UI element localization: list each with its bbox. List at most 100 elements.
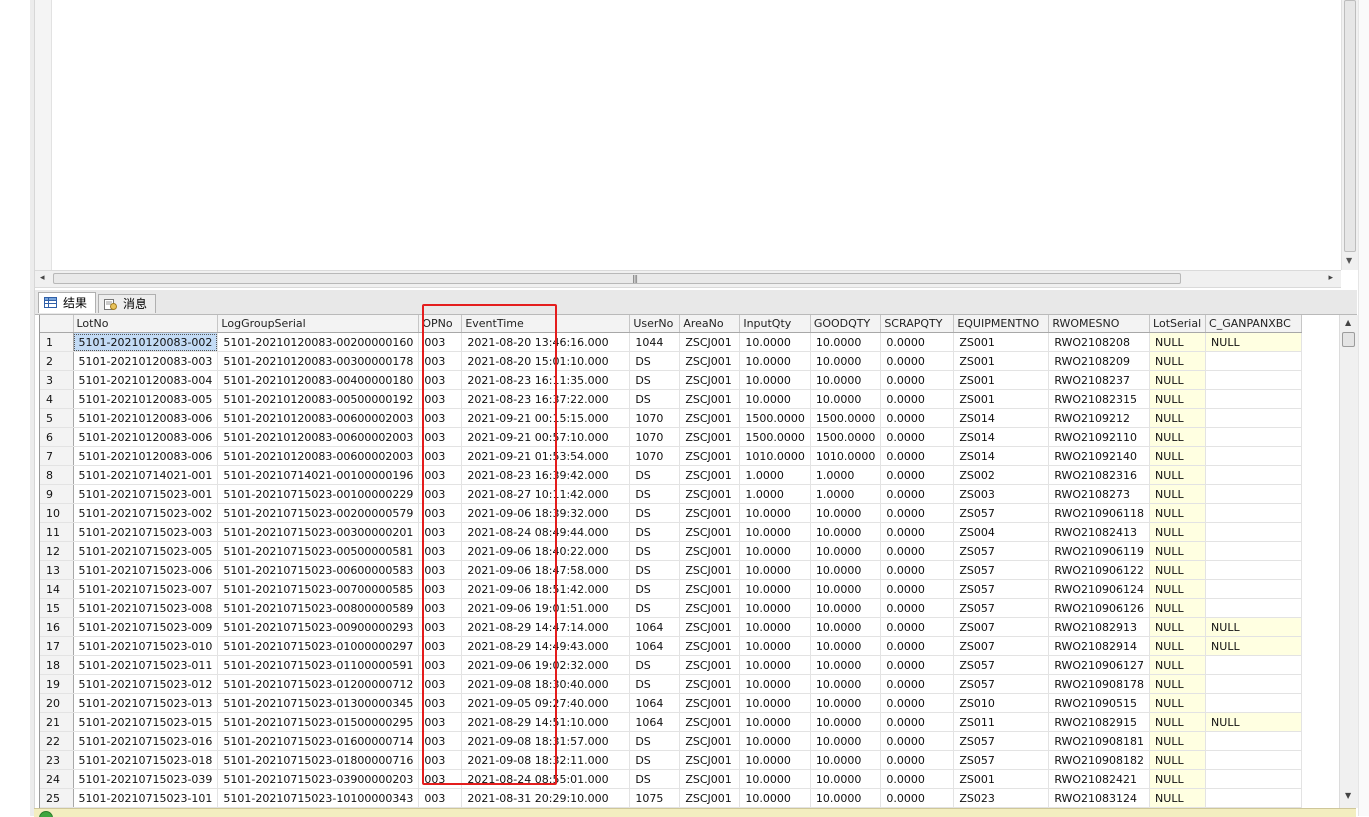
table-cell[interactable]: RWO21082316 <box>1048 465 1151 485</box>
table-cell[interactable]: DS <box>629 484 681 504</box>
table-cell[interactable]: ZS014 <box>953 408 1050 428</box>
table-cell[interactable]: 5101-20210715023-01100000591 <box>217 655 420 675</box>
scroll-left-icon[interactable]: ◂ <box>40 273 45 283</box>
table-cell[interactable]: 0.0000 <box>880 598 955 618</box>
row-number[interactable]: 22 <box>40 731 74 751</box>
table-cell[interactable]: NULL <box>1149 389 1207 409</box>
table-cell[interactable]: 10.0000 <box>810 712 882 732</box>
table-cell[interactable]: NULL <box>1149 617 1207 637</box>
table-cell[interactable]: RWO21090515 <box>1048 693 1151 713</box>
table-cell[interactable]: 5101-20210120083-003 <box>73 351 219 371</box>
table-cell[interactable]: 2021-08-31 20:29:10.000 <box>461 788 631 808</box>
table-cell[interactable]: 1500.0000 <box>810 427 882 447</box>
table-cell[interactable]: RWO21083124 <box>1048 788 1151 808</box>
table-cell[interactable]: RWO210906122 <box>1048 560 1151 580</box>
table-cell[interactable]: 5101-20210715023-003 <box>73 522 219 542</box>
row-number[interactable]: 14 <box>40 579 74 599</box>
table-cell[interactable]: 10.0000 <box>739 750 811 770</box>
table-cell[interactable]: 2021-08-20 13:46:16.000 <box>461 332 631 352</box>
table-cell[interactable] <box>1205 465 1303 485</box>
tab-messages[interactable]: 消息 <box>98 294 157 313</box>
table-cell[interactable]: 1500.0000 <box>739 408 811 428</box>
table-cell[interactable]: 0.0000 <box>880 427 955 447</box>
table-row[interactable]: 14 5101-20210715023-007 5101-20210715023-0… <box>40 579 1303 599</box>
table-cell[interactable]: 5101-20210120083-006 <box>73 408 219 428</box>
table-cell[interactable] <box>1205 503 1303 523</box>
table-cell[interactable]: 5101-20210715023-039 <box>73 769 219 789</box>
table-row[interactable]: 7 5101-20210120083-006 5101-20210120083-00… <box>40 446 1303 466</box>
scroll-up-icon[interactable]: ▲ <box>1345 318 1351 327</box>
table-cell[interactable]: 10.0000 <box>739 332 811 352</box>
table-row[interactable]: 9 5101-20210715023-001 5101-20210715023-00… <box>40 484 1303 504</box>
table-row[interactable]: 8 5101-20210714021-001 5101-20210714021-00… <box>40 465 1303 485</box>
table-cell[interactable]: 10.0000 <box>810 769 882 789</box>
table-cell[interactable]: ZSCJ001 <box>679 674 741 694</box>
table-cell[interactable]: ZSCJ001 <box>679 446 741 466</box>
table-cell[interactable]: 5101-20210715023-01300000345 <box>217 693 420 713</box>
column-header-lotserial[interactable]: LotSerial <box>1149 315 1207 333</box>
column-header-rwomesno[interactable]: RWOMESNO <box>1048 315 1151 333</box>
table-cell[interactable] <box>1205 579 1303 599</box>
table-cell[interactable]: 10.0000 <box>739 636 811 656</box>
table-cell[interactable]: ZS057 <box>953 579 1050 599</box>
table-cell[interactable]: ZS011 <box>953 712 1050 732</box>
table-cell[interactable]: ZS001 <box>953 769 1050 789</box>
table-row[interactable]: 25 5101-20210715023-101 5101-20210715023-1… <box>40 788 1303 808</box>
table-cell[interactable]: 2021-09-06 19:02:32.000 <box>461 655 631 675</box>
table-cell[interactable]: 2021-09-06 18:51:42.000 <box>461 579 631 599</box>
table-cell[interactable]: NULL <box>1149 769 1207 789</box>
table-cell[interactable]: 003 <box>418 598 463 618</box>
table-row[interactable]: 24 5101-20210715023-039 5101-20210715023-0… <box>40 769 1303 789</box>
table-row[interactable]: 1 5101-20210120083-002 5101-20210120083-00… <box>40 332 1303 352</box>
table-cell[interactable]: 5101-20210715023-01200000712 <box>217 674 420 694</box>
table-cell[interactable]: 2021-08-23 16:11:35.000 <box>461 370 631 390</box>
table-cell[interactable]: DS <box>629 503 681 523</box>
table-cell[interactable]: ZSCJ001 <box>679 389 741 409</box>
table-cell[interactable]: ZSCJ001 <box>679 693 741 713</box>
row-number[interactable]: 16 <box>40 617 74 637</box>
table-cell[interactable]: 0.0000 <box>880 541 955 561</box>
table-cell[interactable]: 2021-09-08 18:31:57.000 <box>461 731 631 751</box>
table-cell[interactable]: 10.0000 <box>810 389 882 409</box>
table-row[interactable]: 13 5101-20210715023-006 5101-20210715023-0… <box>40 560 1303 580</box>
table-cell[interactable]: RWO210908182 <box>1048 750 1151 770</box>
table-cell[interactable]: ZSCJ001 <box>679 655 741 675</box>
table-cell[interactable]: 0.0000 <box>880 712 955 732</box>
table-row[interactable]: 4 5101-20210120083-005 5101-20210120083-00… <box>40 389 1303 409</box>
table-cell[interactable]: 0.0000 <box>880 370 955 390</box>
table-cell[interactable]: 003 <box>418 541 463 561</box>
table-cell[interactable]: 1010.0000 <box>810 446 882 466</box>
table-cell[interactable]: ZS057 <box>953 655 1050 675</box>
table-cell[interactable]: 003 <box>418 750 463 770</box>
table-row[interactable]: 16 5101-20210715023-009 5101-20210715023-0… <box>40 617 1303 637</box>
row-number[interactable]: 6 <box>40 427 74 447</box>
table-cell[interactable]: 0.0000 <box>880 503 955 523</box>
table-cell[interactable]: 003 <box>418 636 463 656</box>
table-cell[interactable]: 0.0000 <box>880 655 955 675</box>
table-cell[interactable]: DS <box>629 370 681 390</box>
table-cell[interactable]: 003 <box>418 465 463 485</box>
row-number[interactable]: 7 <box>40 446 74 466</box>
table-cell[interactable]: DS <box>629 465 681 485</box>
table-cell[interactable]: 5101-20210120083-002 <box>73 332 219 352</box>
table-cell[interactable]: 10.0000 <box>739 579 811 599</box>
table-cell[interactable]: 5101-20210715023-005 <box>73 541 219 561</box>
table-cell[interactable]: 10.0000 <box>739 655 811 675</box>
table-cell[interactable]: 10.0000 <box>739 522 811 542</box>
table-cell[interactable]: NULL <box>1205 636 1303 656</box>
table-cell[interactable]: 2021-08-23 16:39:42.000 <box>461 465 631 485</box>
row-number[interactable]: 4 <box>40 389 74 409</box>
table-cell[interactable]: ZSCJ001 <box>679 636 741 656</box>
table-cell[interactable]: 10.0000 <box>739 788 811 808</box>
table-cell[interactable]: 1500.0000 <box>739 427 811 447</box>
table-cell[interactable]: 5101-20210715023-009 <box>73 617 219 637</box>
table-cell[interactable] <box>1205 598 1303 618</box>
table-cell[interactable]: 0.0000 <box>880 788 955 808</box>
table-cell[interactable]: 5101-20210715023-10100000343 <box>217 788 420 808</box>
table-cell[interactable]: ZSCJ001 <box>679 560 741 580</box>
table-cell[interactable]: RWO2108237 <box>1048 370 1151 390</box>
row-number[interactable]: 12 <box>40 541 74 561</box>
table-cell[interactable]: NULL <box>1149 636 1207 656</box>
table-cell[interactable]: DS <box>629 351 681 371</box>
table-cell[interactable]: 1064 <box>629 636 681 656</box>
